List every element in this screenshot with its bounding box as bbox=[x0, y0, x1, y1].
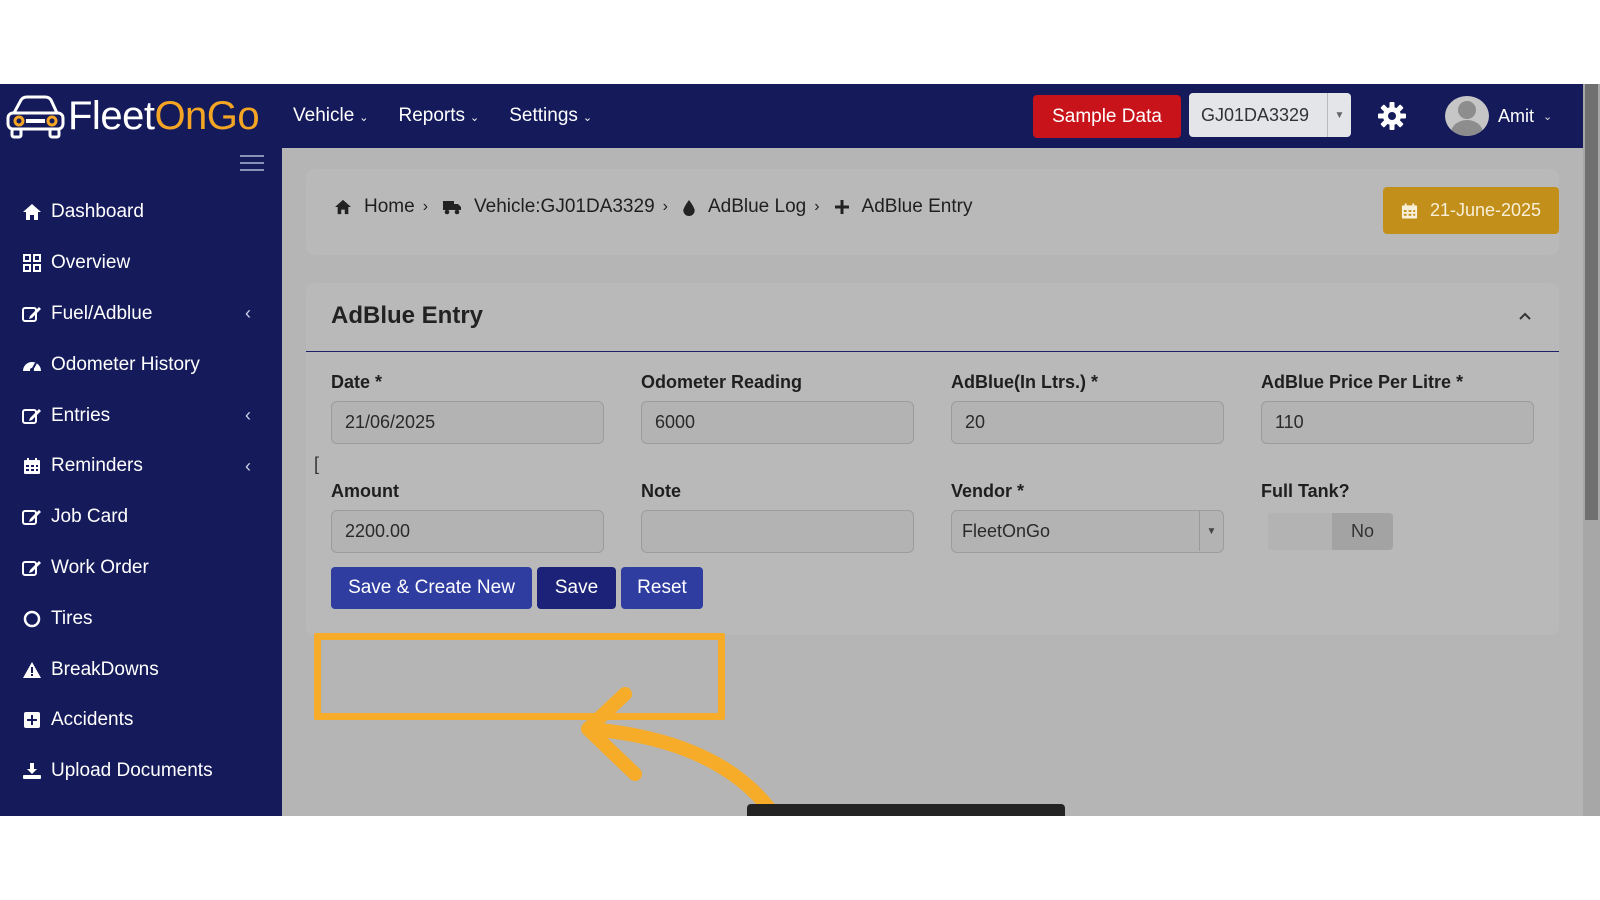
top-menu: Vehicle ⌄ Reports ⌄ Settings ⌄ bbox=[293, 84, 592, 148]
sidebar-item-overview[interactable]: Overview bbox=[0, 238, 282, 289]
plus-icon bbox=[834, 200, 849, 214]
home-icon bbox=[21, 202, 43, 222]
download-icon bbox=[21, 761, 43, 781]
droplet-icon bbox=[683, 199, 695, 216]
vendor-label: Vendor * bbox=[951, 481, 1025, 501]
adblue-litres-field[interactable]: 20 bbox=[951, 401, 1224, 444]
vendor-select-value: FleetOnGo bbox=[962, 521, 1051, 541]
breadcrumb-separator-icon: › bbox=[422, 198, 429, 215]
sidebar: Dashboard Overview Fuel/Adblue ‹ Odomete… bbox=[0, 148, 282, 816]
tutorial-arrow-icon bbox=[581, 687, 783, 816]
adblue-entry-card: AdBlue Entry Date * 21/06/2025 Odometer … bbox=[306, 283, 1559, 635]
brand-logo[interactable]: FleetOnGo bbox=[4, 90, 260, 142]
edit-icon bbox=[21, 558, 43, 578]
nav-vehicle[interactable]: Vehicle ⌄ bbox=[293, 105, 369, 127]
dropdown-arrow-icon[interactable]: ▼ bbox=[1327, 93, 1351, 137]
grid-icon bbox=[21, 253, 43, 273]
vendor-select[interactable]: FleetOnGo ▼ bbox=[951, 510, 1224, 553]
calendar-icon bbox=[1401, 202, 1418, 219]
breadcrumb-home[interactable]: Home bbox=[334, 196, 415, 218]
chevron-down-icon: ⌄ bbox=[470, 111, 480, 124]
full-tank-toggle[interactable]: No bbox=[1268, 513, 1393, 550]
tutorial-tooltip: Click "Save" bbox=[747, 804, 1065, 816]
scrollbar-thumb[interactable] bbox=[1585, 84, 1598, 520]
card-title: AdBlue Entry bbox=[331, 302, 484, 329]
sidebar-item-entries[interactable]: Entries ‹ bbox=[0, 390, 282, 441]
chevron-left-icon: ‹ bbox=[245, 303, 251, 324]
breadcrumb-separator-icon: › bbox=[814, 198, 820, 215]
stray-text: [ bbox=[314, 454, 320, 474]
plus-square-icon bbox=[21, 710, 43, 730]
sidebar-item-work-order[interactable]: Work Order bbox=[0, 543, 282, 594]
full-tank-label: Full Tank? bbox=[1261, 481, 1350, 501]
odometer-label: Odometer Reading bbox=[641, 372, 803, 392]
breadcrumb-card: Home › Vehicle:GJ01DA3329 › AdBlue Log ›… bbox=[306, 169, 1559, 255]
gauge-icon bbox=[21, 355, 43, 375]
chevron-down-icon: ⌄ bbox=[359, 111, 369, 124]
reset-button[interactable]: Reset bbox=[621, 567, 703, 609]
sample-data-button[interactable]: Sample Data bbox=[1033, 95, 1181, 138]
gear-icon[interactable] bbox=[1377, 101, 1407, 131]
breadcrumb-current: AdBlue Entry bbox=[834, 196, 972, 218]
note-field[interactable] bbox=[641, 510, 914, 553]
nav-reports[interactable]: Reports ⌄ bbox=[399, 105, 480, 127]
sidebar-item-breakdowns[interactable]: BreakDowns bbox=[0, 644, 282, 695]
date-field[interactable]: 21/06/2025 bbox=[331, 401, 604, 444]
app-window: FleetOnGo Vehicle ⌄ Reports ⌄ Settings ⌄ Sa… bbox=[0, 84, 1600, 816]
avatar bbox=[1445, 96, 1489, 136]
amount-label: Amount bbox=[331, 481, 399, 501]
user-name: Amit bbox=[1498, 105, 1534, 126]
sidebar-item-reminders[interactable]: Reminders ‹ bbox=[0, 441, 282, 492]
home-icon bbox=[335, 199, 351, 215]
truck-icon bbox=[443, 201, 462, 215]
chevron-up-icon[interactable] bbox=[1516, 307, 1534, 325]
sidebar-menu: Dashboard Overview Fuel/Adblue ‹ Odomete… bbox=[0, 187, 282, 797]
save-button[interactable]: Save bbox=[537, 567, 616, 609]
chevron-down-icon: ⌄ bbox=[1543, 110, 1553, 123]
chevron-left-icon: ‹ bbox=[245, 455, 251, 476]
user-menu[interactable]: Amit ⌄ bbox=[1445, 96, 1552, 136]
car-logo-icon bbox=[6, 95, 65, 139]
edit-icon bbox=[21, 406, 43, 426]
save-create-new-button[interactable]: Save & Create New bbox=[331, 567, 532, 609]
dropdown-arrow-icon[interactable]: ▼ bbox=[1199, 511, 1223, 551]
hamburger-menu-icon[interactable] bbox=[240, 155, 264, 173]
amount-field[interactable]: 2200.00 bbox=[331, 510, 604, 553]
top-navbar: FleetOnGo Vehicle ⌄ Reports ⌄ Settings ⌄ Sa… bbox=[0, 84, 1583, 148]
form-actions: Save & Create New Save Reset bbox=[331, 567, 703, 609]
circle-icon bbox=[21, 609, 43, 629]
edit-icon bbox=[21, 507, 43, 527]
sidebar-item-tires[interactable]: Tires bbox=[0, 593, 282, 644]
sidebar-item-upload-documents[interactable]: Upload Documents bbox=[0, 746, 282, 797]
vehicle-select-value: GJ01DA3329 bbox=[1201, 104, 1310, 125]
note-label: Note bbox=[641, 481, 681, 501]
toggle-handle bbox=[1268, 513, 1332, 550]
sidebar-item-odometer-history[interactable]: Odometer History bbox=[0, 339, 282, 390]
chevron-left-icon: ‹ bbox=[245, 405, 251, 426]
card-header: AdBlue Entry bbox=[306, 283, 1559, 352]
warning-icon bbox=[21, 660, 43, 680]
edit-icon bbox=[21, 304, 43, 324]
breadcrumb-adblue-log[interactable]: AdBlue Log bbox=[682, 196, 806, 218]
brand-name: FleetOnGo bbox=[68, 93, 260, 138]
date-label: Date * bbox=[331, 372, 383, 392]
breadcrumb: Home › Vehicle:GJ01DA3329 › AdBlue Log ›… bbox=[334, 196, 972, 218]
nav-settings[interactable]: Settings ⌄ bbox=[509, 105, 592, 127]
chevron-down-icon: ⌄ bbox=[582, 111, 593, 124]
sidebar-item-job-card[interactable]: Job Card bbox=[0, 492, 282, 543]
sidebar-item-accidents[interactable]: Accidents bbox=[0, 695, 282, 746]
price-per-litre-field[interactable]: 110 bbox=[1261, 401, 1534, 444]
toggle-state-label: No bbox=[1332, 513, 1393, 550]
scrollbar[interactable] bbox=[1583, 84, 1600, 816]
sidebar-item-fuel-adblue[interactable]: Fuel/Adblue ‹ bbox=[0, 289, 282, 340]
price-per-litre-label: AdBlue Price Per Litre * bbox=[1261, 372, 1464, 392]
adblue-litres-label: AdBlue(In Ltrs.) * bbox=[951, 372, 1098, 392]
breadcrumb-vehicle[interactable]: Vehicle:GJ01DA3329 bbox=[442, 196, 655, 218]
vehicle-select[interactable]: GJ01DA3329 ▼ bbox=[1189, 93, 1351, 137]
date-picker-button[interactable]: 21-June-2025 bbox=[1383, 187, 1559, 234]
breadcrumb-separator-icon: › bbox=[662, 198, 668, 215]
calendar-icon bbox=[21, 456, 43, 476]
odometer-field[interactable]: 6000 bbox=[641, 401, 914, 444]
sidebar-item-dashboard[interactable]: Dashboard bbox=[0, 187, 282, 238]
